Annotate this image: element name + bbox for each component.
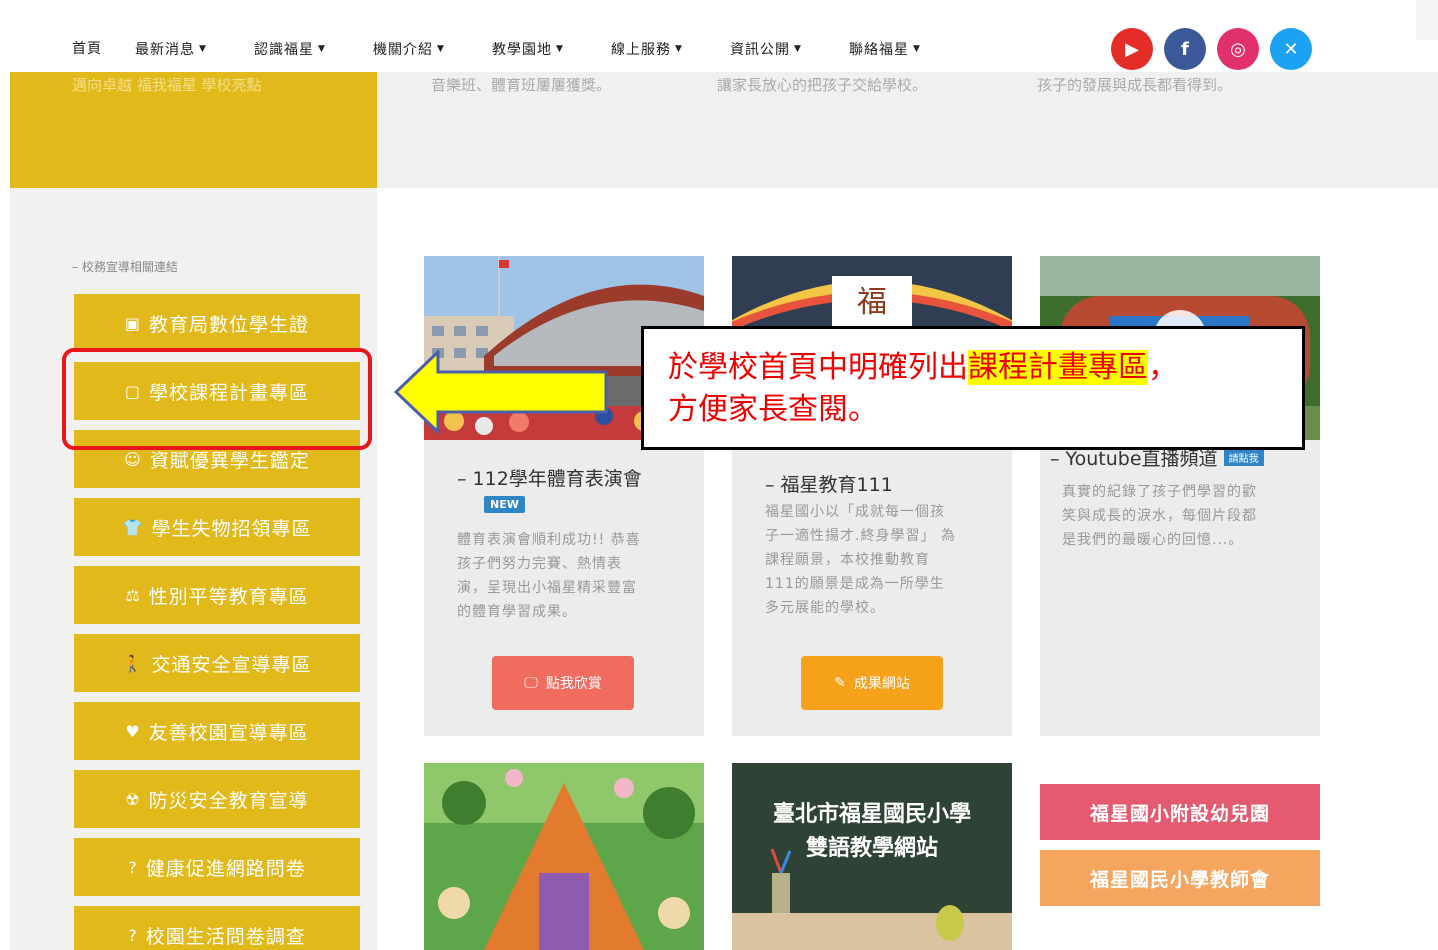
smile-icon: ☺	[124, 449, 142, 469]
id-card-icon: ▣	[124, 313, 142, 333]
hero-text-3: 孩子的發展與成長都看得到。	[1037, 78, 1233, 94]
caret-down-icon: ▼	[318, 44, 326, 54]
hero-left-text: 邁向卓越 福我福星 學校亮點	[72, 78, 262, 94]
sidebar-item-traffic-safety[interactable]: 🚶 交通安全宣導專區	[74, 634, 360, 692]
highlight-ring	[62, 348, 372, 450]
sidebar-item-lost-found[interactable]: 👕 學生失物招領專區	[74, 498, 360, 556]
bilingual-site-title: 雙語教學網站	[805, 835, 938, 861]
highlighted-text: 課程計畫專區	[968, 350, 1148, 385]
click-badge: 請點我	[1223, 449, 1264, 466]
edit-icon: ✎	[834, 675, 846, 691]
annotation-callout: 於學校首頁中明確列出課程計畫專區， 方便家長查閱。	[641, 326, 1305, 450]
hero-text-2: 讓家長放心的把孩子交給學校。	[717, 78, 928, 94]
card-description: 真實的紀錄了孩子們學習的歡 笑與成長的淚水，每個片段都 是我們的最暖心的回憶...。	[1062, 484, 1257, 548]
nav-item-contact[interactable]: 聯絡福星 ▼	[849, 36, 921, 60]
nav-item-teaching[interactable]: 教學園地 ▼	[492, 36, 564, 60]
kindergarten-link-button[interactable]: 福星國小附設幼兒園	[1040, 784, 1320, 840]
card-title[interactable]: – 福星教育111	[765, 470, 893, 497]
sidebar-item-digital-student-id[interactable]: ▣ 教育局數位學生證	[74, 294, 360, 352]
nav-item-about[interactable]: 認識福星 ▼	[254, 36, 326, 60]
caret-down-icon: ▼	[675, 44, 683, 54]
radiation-icon: ☢	[125, 789, 141, 809]
question-icon: ?	[128, 857, 138, 877]
caret-down-icon: ▼	[437, 44, 445, 54]
card-title[interactable]: – 112學年體育表演會	[457, 464, 642, 491]
sidebar-item-health-survey[interactable]: ? 健康促進網路問卷	[74, 838, 360, 896]
sidebar-heading: – 校務宣導相關連結	[72, 260, 178, 274]
student-drawing-image[interactable]	[424, 763, 704, 950]
teachers-union-link-button[interactable]: 福星國民小學教師會	[1040, 850, 1320, 906]
caret-down-icon: ▼	[199, 44, 207, 54]
question-icon: ?	[128, 925, 138, 945]
sidebar-item-label: 健康促進網路問卷	[145, 857, 306, 880]
hero-text-1: 音樂班、體育班屢屢獲獎。	[431, 78, 612, 94]
nav-item-services[interactable]: 線上服務 ▼	[611, 36, 683, 60]
heart-icon: ♥	[125, 721, 141, 741]
sidebar-item-label: 防災安全教育宣導	[148, 789, 309, 812]
sidebar-item-label: 交通安全宣導專區	[151, 653, 312, 676]
sidebar-item-label: 教育局數位學生證	[149, 313, 310, 336]
card-description: 體育表演會順利成功!! 恭喜 孩子們努力完賽、熱情表 演，呈現出小福星精采豐富 的體育…	[457, 532, 641, 620]
shirt-icon: 👕	[122, 517, 144, 537]
sidebar-item-gender-equality[interactable]: ⚖ 性別平等教育專區	[74, 566, 360, 624]
nav-item-home[interactable]: 首頁	[72, 36, 102, 60]
sidebar-item-label: 友善校園宣導專區	[148, 721, 309, 744]
walking-icon: 🚶	[122, 653, 144, 673]
arrow-left-icon	[394, 350, 608, 434]
sidebar-item-label: 學生失物招領專區	[151, 517, 312, 540]
caret-down-icon: ▼	[913, 44, 921, 54]
view-button[interactable]: 🖵 點我欣賞	[492, 656, 634, 710]
nav-item-organization[interactable]: 機關介紹 ▼	[373, 36, 445, 60]
bilingual-school-name: 臺北市福星國民小學	[772, 801, 971, 827]
facebook-icon[interactable]: f	[1164, 28, 1206, 70]
sidebar-item-label: 校園生活問卷調查	[145, 925, 306, 948]
sidebar-item-campus-survey[interactable]: ? 校園生活問卷調查	[74, 906, 360, 950]
caret-down-icon: ▼	[794, 44, 802, 54]
sidebar-item-label: 性別平等教育專區	[148, 585, 309, 608]
corner-box	[1416, 0, 1438, 40]
svg-text:福: 福	[857, 285, 887, 320]
bilingual-site-image[interactable]: 臺北市福星國民小學 雙語教學網站	[732, 763, 1012, 950]
card-description: 福星國小以「成就每一個孩 子一適性揚才.終身學習」 為課程願景，本校推動教育 111…	[765, 504, 956, 616]
new-badge: NEW	[484, 496, 525, 513]
screen-icon: 🖵	[524, 675, 538, 691]
nav-item-disclosure[interactable]: 資訊公開 ▼	[730, 36, 802, 60]
youtube-icon[interactable]: ▶	[1111, 28, 1153, 70]
hero-left-panel: 邁向卓越 福我福星 學校亮點	[10, 72, 377, 188]
nav-item-news[interactable]: 最新消息 ▼	[135, 36, 207, 60]
results-site-button[interactable]: ✎ 成果網站	[801, 656, 943, 710]
balance-icon: ⚖	[125, 585, 141, 605]
caret-down-icon: ▼	[556, 44, 564, 54]
sidebar-item-friendly-campus[interactable]: ♥ 友善校園宣導專區	[74, 702, 360, 760]
sidebar-item-disaster-prevention[interactable]: ☢ 防災安全教育宣導	[74, 770, 360, 828]
instagram-icon[interactable]: ◎	[1217, 28, 1259, 70]
twitter-icon[interactable]: ✕	[1270, 28, 1312, 70]
hero-right-panel: 音樂班、體育班屢屢獲獎。 讓家長放心的把孩子交給學校。 孩子的發展與成長都看得到…	[377, 72, 1438, 188]
